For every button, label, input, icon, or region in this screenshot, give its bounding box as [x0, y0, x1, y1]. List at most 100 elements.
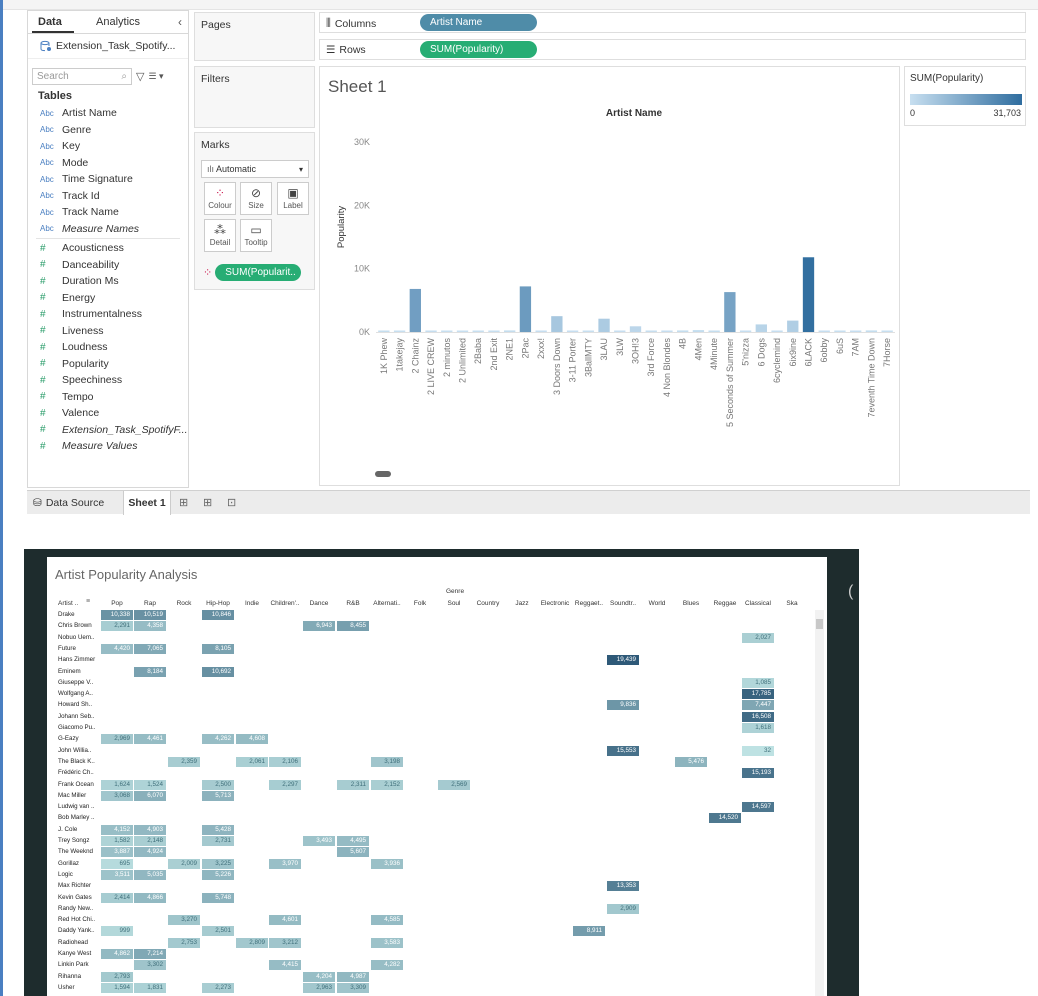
dimension-field[interactable]: Abc Measure Names: [28, 221, 188, 238]
genre-column-header[interactable]: Folk: [404, 600, 436, 607]
heatmap-cell[interactable]: 1,618: [742, 723, 774, 733]
filter-icon[interactable]: ▽: [136, 70, 144, 83]
genre-column-header[interactable]: Country: [472, 600, 504, 607]
heatmap-cell[interactable]: 2,027: [742, 632, 774, 643]
heatmap-cell[interactable]: 3,309: [337, 982, 369, 993]
heatmap-cell[interactable]: 14,520: [709, 813, 741, 824]
marks-pill[interactable]: SUM(Popularit..: [215, 264, 302, 281]
measure-field[interactable]: # Speechiness: [28, 372, 188, 389]
heatmap-cell[interactable]: 4,282: [371, 960, 403, 971]
heatmap-cell[interactable]: 16,508: [742, 711, 774, 722]
measure-field[interactable]: # Liveness: [28, 323, 188, 340]
pages-card[interactable]: Pages: [194, 12, 315, 61]
data-source-tab[interactable]: ⛁ Data Source: [33, 497, 104, 509]
heatmap-cell[interactable]: 3,302: [134, 960, 166, 971]
genre-column-header[interactable]: Electronic: [539, 600, 571, 607]
measure-field[interactable]: # Danceability: [28, 257, 188, 274]
heatmap-cell[interactable]: 9,836: [607, 700, 639, 711]
genre-column-header[interactable]: Soul: [438, 600, 470, 607]
mark-type-dropdown[interactable]: ılı Automatic ▾: [201, 160, 309, 178]
genre-column-header[interactable]: World: [641, 600, 673, 607]
tab-analytics[interactable]: Analytics: [96, 16, 140, 28]
chevron-left-icon[interactable]: ‹: [178, 15, 182, 29]
measure-field[interactable]: # Tempo: [28, 389, 188, 406]
genre-column-header[interactable]: Indie: [236, 600, 268, 607]
measure-field[interactable]: # Instrumentalness: [28, 306, 188, 323]
heatmap-cell[interactable]: 15,193: [742, 768, 774, 779]
sheet-1-tab[interactable]: Sheet 1: [123, 491, 171, 515]
heatmap-cell[interactable]: 2,753: [168, 937, 200, 948]
heatmap-cell[interactable]: 3,212: [269, 937, 301, 948]
heatmap-cell[interactable]: 3,225: [202, 858, 234, 869]
heatmap-cell[interactable]: 6,943: [303, 621, 335, 632]
heatmap-cell[interactable]: 999: [101, 926, 133, 937]
dimension-field[interactable]: Abc Genre: [28, 122, 188, 139]
heatmap-cell[interactable]: 14,597: [742, 802, 774, 813]
heatmap-cell[interactable]: 5,226: [202, 869, 234, 880]
heatmap-cell[interactable]: 4,903: [134, 824, 166, 835]
heatmap-cell[interactable]: 2,569: [438, 779, 470, 790]
sort-icon[interactable]: ≡: [86, 598, 90, 605]
heatmap-cell[interactable]: 2,501: [202, 926, 234, 937]
heatmap-cell[interactable]: 4,415: [269, 960, 301, 971]
heatmap-cell[interactable]: 5,428: [202, 824, 234, 835]
heatmap-cell[interactable]: 3,493: [303, 836, 335, 846]
vertical-scroll-thumb[interactable]: [816, 619, 823, 629]
heatmap-cell[interactable]: 4,866: [134, 892, 166, 903]
heatmap-cell[interactable]: 2,291: [101, 621, 133, 632]
measure-field[interactable]: # Energy: [28, 290, 188, 307]
dimension-field[interactable]: Abc Key: [28, 138, 188, 155]
color-legend[interactable]: SUM(Popularity) 0 31,703: [904, 66, 1026, 126]
heatmap-cell[interactable]: 8,455: [337, 621, 369, 632]
heatmap-cell[interactable]: 10,519: [134, 610, 166, 620]
tooltip-button[interactable]: ▭ Tooltip: [240, 219, 272, 252]
size-button[interactable]: ⊘ Size: [240, 182, 272, 215]
heatmap-cell[interactable]: 17,785: [742, 689, 774, 700]
heatmap-cell[interactable]: 4,608: [236, 734, 268, 745]
heatmap-cell[interactable]: 2,061: [236, 756, 268, 767]
heatmap-cell[interactable]: 1,594: [101, 982, 133, 993]
heatmap-cell[interactable]: 1,624: [101, 779, 133, 790]
horizontal-scroll-thumb[interactable]: [375, 471, 391, 477]
dimension-field[interactable]: Abc Mode: [28, 155, 188, 172]
heatmap-cell[interactable]: 2,311: [337, 779, 369, 790]
heatmap-cell[interactable]: 4,987: [337, 971, 369, 982]
heatmap-cell[interactable]: 1,524: [134, 779, 166, 790]
genre-column-header[interactable]: Alternati..: [371, 600, 403, 607]
genre-column-header[interactable]: Ska: [776, 600, 808, 607]
heatmap-cell[interactable]: 4,262: [202, 734, 234, 745]
tab-data[interactable]: Data: [38, 16, 62, 28]
genre-column-header[interactable]: Rap: [134, 600, 166, 607]
heatmap-cell[interactable]: 1,582: [101, 836, 133, 846]
heatmap-cell[interactable]: 2,909: [607, 903, 639, 914]
search-input[interactable]: Search ⌕: [32, 67, 132, 85]
heatmap-cell[interactable]: 5,035: [134, 869, 166, 880]
heatmap-cell[interactable]: 3,511: [101, 869, 133, 880]
measure-field[interactable]: # Loudness: [28, 339, 188, 356]
heatmap-cell[interactable]: 1,831: [134, 982, 166, 993]
heatmap-cell[interactable]: 10,338: [101, 610, 133, 620]
heatmap-cell[interactable]: 695: [101, 858, 133, 869]
heatmap-cell[interactable]: 3,198: [371, 756, 403, 767]
genre-column-header[interactable]: Blues: [675, 600, 707, 607]
dimension-field[interactable]: Abc Artist Name: [28, 105, 188, 122]
genre-column-header[interactable]: Classical: [742, 600, 774, 607]
new-story-icon[interactable]: ⊡: [227, 496, 236, 509]
heatmap-cell[interactable]: 4,862: [101, 949, 133, 959]
label-button[interactable]: ▣ Label: [277, 182, 309, 215]
heatmap-cell[interactable]: 2,273: [202, 982, 234, 993]
heatmap-cell[interactable]: 8,911: [573, 926, 605, 937]
heatmap-cell[interactable]: 2,809: [236, 937, 268, 948]
heatmap-cell[interactable]: 2,793: [101, 971, 133, 982]
heatmap-cell[interactable]: 3,270: [168, 915, 200, 926]
genre-column-header[interactable]: Reggae: [709, 600, 741, 607]
heatmap-cell[interactable]: 2,731: [202, 836, 234, 846]
measure-field[interactable]: # Duration Ms: [28, 273, 188, 290]
detail-button[interactable]: ⁂ Detail: [204, 219, 236, 252]
genre-column-header[interactable]: R&B: [337, 600, 369, 607]
heatmap-cell[interactable]: 4,924: [134, 847, 166, 858]
heatmap-cell[interactable]: 10,846: [202, 610, 234, 620]
measure-field[interactable]: # Extension_Task_SpotifyF...: [28, 422, 188, 439]
heatmap-cell[interactable]: 3,583: [371, 937, 403, 948]
heatmap-cell[interactable]: 2,414: [101, 892, 133, 903]
